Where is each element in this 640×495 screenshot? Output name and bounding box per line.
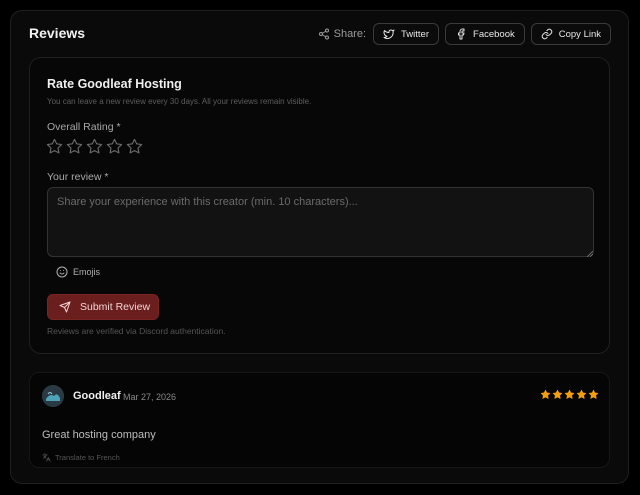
reviews-title: Reviews: [29, 25, 86, 41]
form-subtitle: You can leave a new review every 30 days…: [47, 97, 312, 106]
translate-label: Translate to French: [55, 453, 120, 462]
verification-note: Reviews are verified via Discord authent…: [47, 326, 226, 336]
copy-link-button-label: Copy Link: [558, 28, 601, 40]
facebook-button-label: Facebook: [473, 28, 515, 40]
submit-review-label: Submit Review: [80, 301, 151, 313]
share-label: Share:: [318, 28, 366, 40]
goodleaf-logo-icon: [42, 385, 64, 407]
share-icon: [318, 28, 329, 40]
resize-grip-icon[interactable]: [587, 251, 593, 257]
link-icon: [541, 28, 552, 40]
star-filled-icon: [564, 389, 575, 399]
star-icon[interactable]: [126, 138, 143, 155]
smile-icon: [56, 266, 68, 278]
star-filled-icon: [540, 389, 551, 399]
review-rating: [540, 389, 599, 400]
star-icon[interactable]: [106, 138, 123, 155]
rating-input: [46, 138, 143, 155]
send-icon: [59, 301, 71, 313]
star-filled-icon: [588, 389, 599, 399]
overall-rating-label: Overall Rating *: [47, 121, 121, 133]
translate-icon: [42, 453, 51, 462]
review-author: Goodleaf: [73, 390, 121, 402]
star-icon[interactable]: [46, 138, 63, 155]
review-label: Your review *: [47, 171, 109, 183]
translate-button[interactable]: Translate to French: [42, 453, 120, 462]
star-icon[interactable]: [66, 138, 83, 155]
review-item: Goodleaf Mar 27, 2026 Great hosting comp…: [29, 372, 610, 468]
review-form: Rate Goodleaf Hosting You can leave a ne…: [29, 57, 610, 354]
star-filled-icon: [552, 389, 563, 399]
share-bar: Share: Twitter Facebook Copy Link: [318, 22, 611, 46]
review-text: Great hosting company: [42, 429, 156, 441]
star-filled-icon: [576, 389, 587, 399]
submit-review-button[interactable]: Submit Review: [47, 294, 159, 320]
review-textarea[interactable]: [47, 187, 594, 257]
star-icon[interactable]: [86, 138, 103, 155]
share-facebook-button[interactable]: Facebook: [445, 23, 525, 45]
share-label-text: Share:: [333, 28, 367, 40]
form-title: Rate Goodleaf Hosting: [47, 77, 182, 91]
emoji-button-label: Emojis: [73, 267, 101, 277]
facebook-icon: [458, 28, 465, 40]
avatar: [42, 385, 64, 407]
emoji-button[interactable]: Emojis: [56, 266, 100, 278]
share-twitter-button[interactable]: Twitter: [373, 23, 440, 45]
copy-link-button[interactable]: Copy Link: [530, 23, 611, 45]
review-date: Mar 27, 2026: [123, 392, 177, 402]
reviews-card: Reviews Share: Twitter Facebook Copy Lin…: [10, 10, 629, 484]
twitter-button-label: Twitter: [401, 28, 430, 40]
twitter-icon: [383, 29, 395, 39]
